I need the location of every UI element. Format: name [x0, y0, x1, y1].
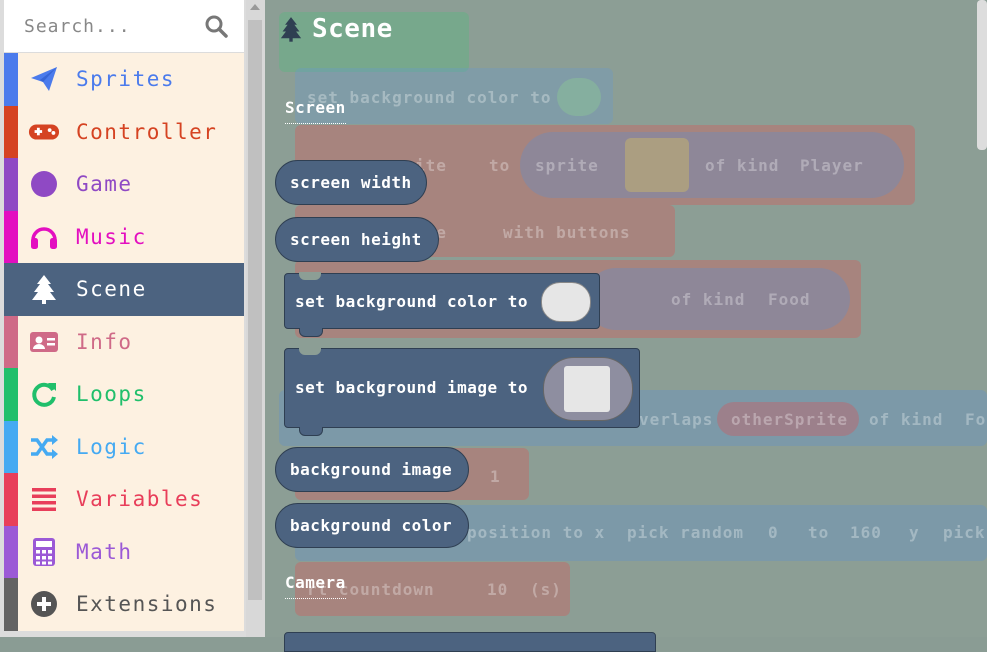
category-label: Extensions [76, 592, 218, 617]
category-color-bar [4, 473, 18, 526]
category-loops[interactable]: Loops [4, 368, 244, 421]
ghost-text: of kind [705, 156, 780, 175]
block-tab [299, 328, 323, 337]
ghost-text: 0 [768, 523, 779, 542]
category-color-bar [4, 158, 18, 211]
block-notch [299, 347, 321, 355]
category-label: Logic [76, 434, 147, 459]
category-color-bar [4, 578, 18, 631]
category-color-bar [4, 105, 18, 158]
category-color-bar [4, 263, 18, 316]
ghost-text: of kind [671, 290, 746, 309]
image-preview [564, 366, 610, 412]
tree-icon [28, 273, 60, 305]
category-label: Variables [76, 487, 204, 512]
category-info[interactable]: Info [4, 315, 244, 368]
ghost-text: Fo [965, 410, 987, 429]
ghost-text: of kind [869, 410, 944, 429]
category-label: Sprites [76, 67, 176, 92]
scene-flyout: Scene Screen screen width screen height … [265, 0, 665, 652]
category-label: Info [76, 329, 133, 354]
id-card-icon [28, 326, 60, 358]
calculator-icon [28, 536, 60, 568]
block-tab [299, 427, 323, 436]
category-color-bar [4, 420, 18, 473]
category-label: Controller [76, 119, 218, 144]
ghost-text: 160 [850, 523, 882, 542]
category-color-bar [4, 315, 18, 368]
category-label: Music [76, 224, 147, 249]
headphones-icon [28, 221, 60, 253]
sidebar-scrollbar[interactable] [246, 0, 265, 637]
block-label: set background color to [295, 292, 529, 311]
category-scene[interactable]: Scene [4, 263, 244, 316]
category-math[interactable]: Math [4, 525, 244, 578]
scroll-up-arrow-icon[interactable] [250, 4, 260, 10]
category-game[interactable]: Game [4, 158, 244, 211]
category-extensions[interactable]: Extensions [4, 578, 244, 631]
category-controller[interactable]: Controller [4, 105, 244, 158]
ghost-text: pick [943, 523, 986, 542]
background-color-block[interactable]: background color [275, 503, 469, 548]
list-icon [28, 483, 60, 515]
shuffle-icon [28, 431, 60, 463]
search-input[interactable] [4, 0, 214, 52]
category-label: Scene [76, 277, 147, 302]
search-icon[interactable] [204, 14, 228, 38]
category-music[interactable]: Music [4, 210, 244, 263]
gamepad-icon [28, 116, 60, 148]
flyout-header: Scene [280, 14, 393, 44]
category-sprites[interactable]: Sprites [4, 53, 244, 106]
category-variables[interactable]: Variables [4, 473, 244, 526]
toolbox-sidebar: Sprites Controller Game Music [0, 0, 265, 637]
ghost-text: Player [800, 156, 864, 175]
category-color-bar [4, 210, 18, 263]
ghost-text: Food [768, 290, 811, 309]
category-color-bar [4, 368, 18, 421]
workspace-scrollbar[interactable] [977, 0, 987, 150]
camera-block-partial[interactable] [284, 632, 656, 652]
category-label: Game [76, 172, 133, 197]
block-notch [299, 272, 321, 280]
category-list: Sprites Controller Game Music Scene Info… [4, 53, 244, 631]
image-picker-field[interactable] [543, 357, 633, 421]
set-background-color-block[interactable]: set background color to [284, 272, 600, 337]
section-heading-screen: Screen [285, 98, 346, 124]
plus-circle-icon [28, 588, 60, 620]
screen-height-block[interactable]: screen height [275, 217, 439, 262]
category-logic[interactable]: Logic [4, 420, 244, 473]
loop-icon [28, 378, 60, 410]
screen-width-block[interactable]: screen width [275, 160, 427, 205]
category-label: Math [76, 539, 133, 564]
block-label: set background image to [295, 378, 529, 397]
tree-icon [280, 17, 302, 42]
search-box [4, 0, 244, 52]
category-color-bar [4, 525, 18, 578]
category-color-bar [4, 53, 18, 106]
set-background-image-block[interactable]: set background image to [284, 347, 640, 436]
category-label: Loops [76, 382, 147, 407]
flyout-title: Scene [312, 14, 393, 44]
circle-icon [28, 168, 60, 200]
section-heading-camera: Camera [285, 573, 346, 599]
sidebar-scrollbar-thumb[interactable] [248, 20, 262, 600]
color-picker-field[interactable] [541, 282, 591, 322]
paper-plane-icon [28, 63, 60, 95]
ghost-text: to [808, 523, 830, 542]
ghost-text: y [909, 523, 920, 542]
ghost-text: otherSprite [731, 410, 848, 429]
background-image-block[interactable]: background image [275, 447, 469, 492]
